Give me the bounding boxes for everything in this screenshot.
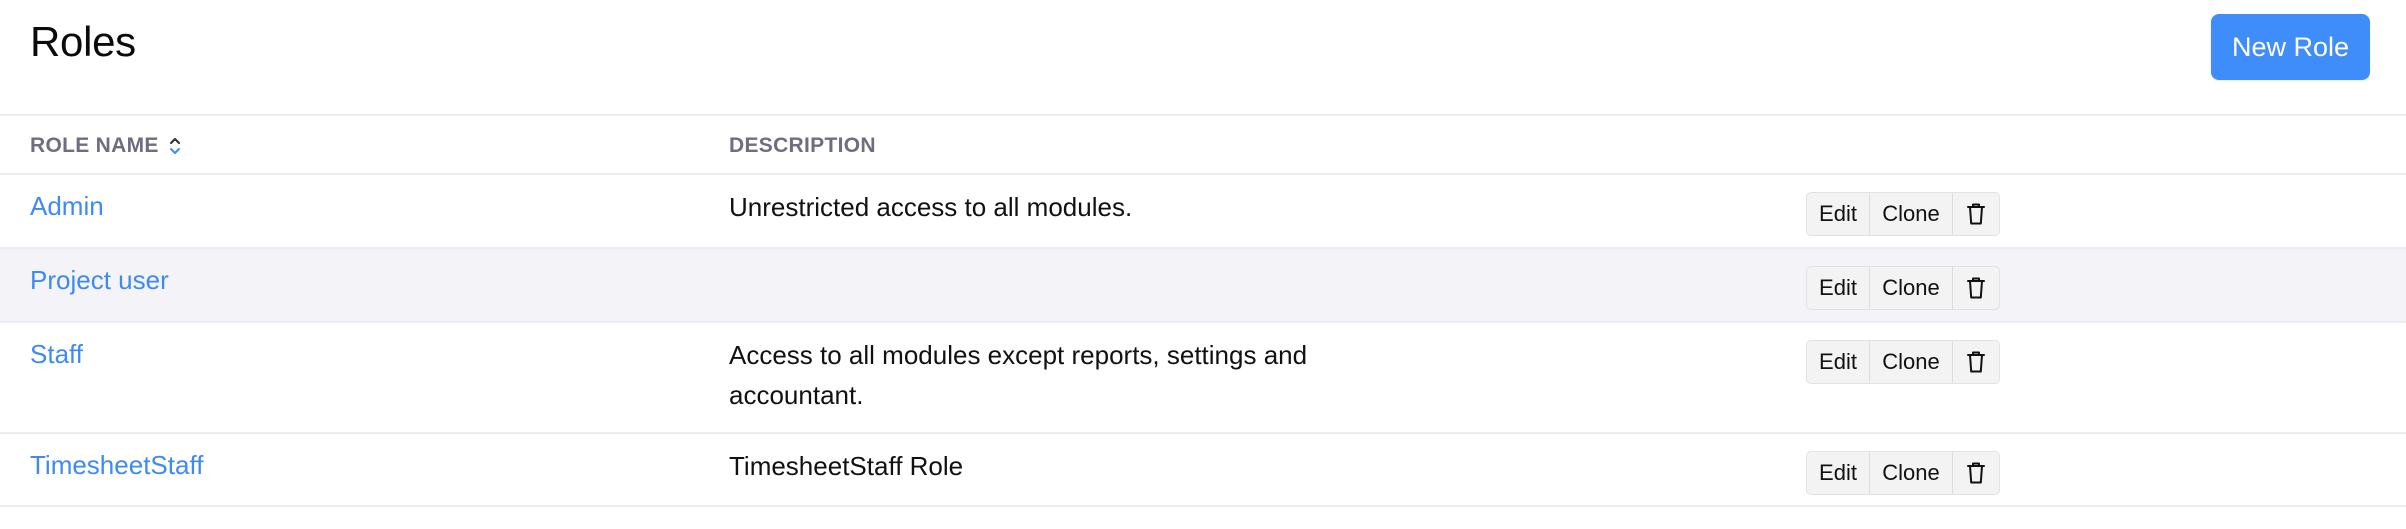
trash-icon bbox=[1967, 277, 1985, 299]
clone-button[interactable]: Clone bbox=[1870, 267, 1953, 309]
row-actions: Edit Clone bbox=[1806, 340, 2000, 384]
table-row: TimesheetStaff TimesheetStaff Role Edit … bbox=[0, 434, 2406, 506]
edit-button[interactable]: Edit bbox=[1807, 341, 1870, 383]
column-header-description: DESCRIPTION bbox=[729, 133, 876, 157]
row-actions: Edit Clone bbox=[1806, 192, 2000, 236]
sort-updown-icon[interactable] bbox=[169, 135, 181, 157]
edit-button[interactable]: Edit bbox=[1807, 452, 1870, 494]
role-description: TimesheetStaff Role bbox=[729, 451, 964, 481]
page-title: Roles bbox=[30, 18, 136, 65]
role-description: Unrestricted access to all modules. bbox=[729, 192, 1133, 222]
table-row: Staff Access to all modules except repor… bbox=[0, 323, 2406, 433]
divider bbox=[0, 505, 2406, 507]
table-row: Project user Edit Clone bbox=[0, 249, 2406, 321]
trash-icon bbox=[1967, 462, 1985, 484]
new-role-button[interactable]: New Role bbox=[2211, 14, 2370, 80]
role-name-link[interactable]: Project user bbox=[30, 265, 169, 296]
role-name-link[interactable]: Admin bbox=[30, 191, 104, 222]
table-row: Admin Unrestricted access to all modules… bbox=[0, 175, 2406, 247]
clone-button[interactable]: Clone bbox=[1870, 341, 1953, 383]
trash-icon bbox=[1967, 203, 1985, 225]
column-header-label: ROLE NAME bbox=[30, 133, 159, 157]
role-name-link[interactable]: Staff bbox=[30, 339, 83, 370]
table-header: ROLE NAME DESCRIPTION bbox=[0, 116, 2406, 174]
edit-button[interactable]: Edit bbox=[1807, 193, 1870, 235]
row-actions: Edit Clone bbox=[1806, 266, 2000, 310]
delete-button[interactable] bbox=[1953, 341, 1999, 383]
row-actions: Edit Clone bbox=[1806, 451, 2000, 495]
edit-button[interactable]: Edit bbox=[1807, 267, 1870, 309]
delete-button[interactable] bbox=[1953, 267, 1999, 309]
trash-icon bbox=[1967, 351, 1985, 373]
clone-button[interactable]: Clone bbox=[1870, 452, 1953, 494]
column-header-role-name[interactable]: ROLE NAME bbox=[30, 116, 181, 175]
delete-button[interactable] bbox=[1953, 193, 1999, 235]
role-description: Access to all modules except reports, se… bbox=[729, 340, 1308, 410]
clone-button[interactable]: Clone bbox=[1870, 193, 1953, 235]
delete-button[interactable] bbox=[1953, 452, 1999, 494]
role-name-link[interactable]: TimesheetStaff bbox=[30, 450, 203, 481]
